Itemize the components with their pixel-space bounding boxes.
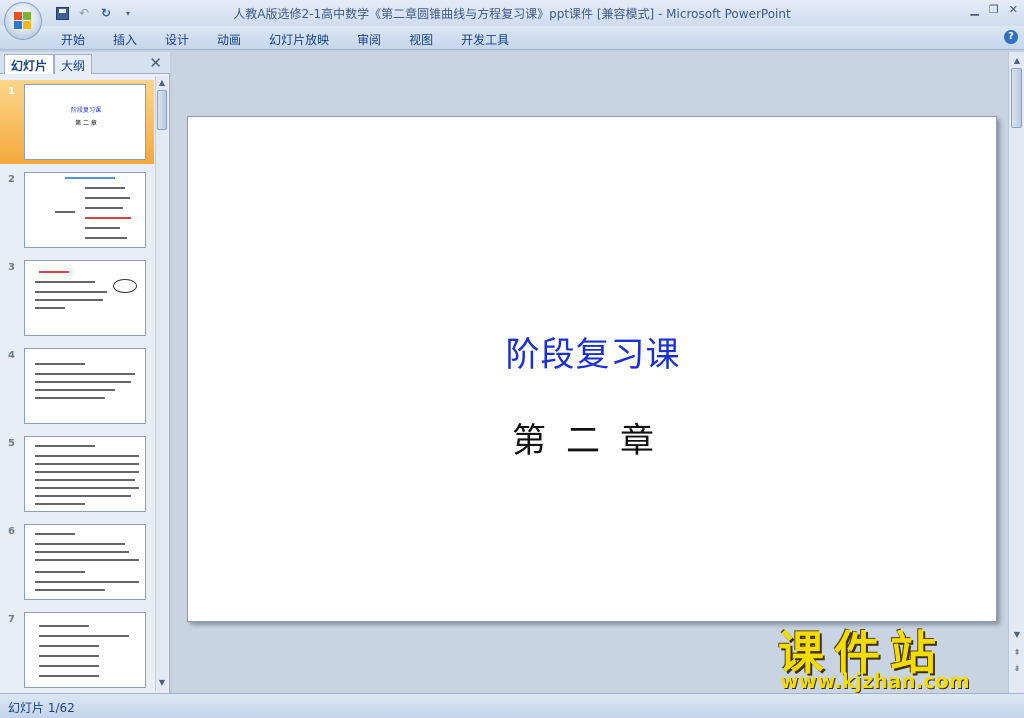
thumbnail-number: 4 <box>8 350 15 361</box>
slide-thumbnail-row[interactable]: 4 <box>0 344 154 428</box>
slide-thumbnail-row[interactable]: 1 阶段复习课 第 二 章 <box>0 80 154 164</box>
minimize-icon[interactable]: ▁ <box>970 3 978 16</box>
window-title: 人教A版选修2-1高中数学《第二章圆锥曲线与方程复习课》ppt课件 [兼容模式]… <box>233 7 791 21</box>
scroll-up-icon[interactable]: ▲ <box>1012 56 1022 66</box>
scrollbar-thumb[interactable] <box>1011 68 1022 128</box>
slide-thumbnail-row[interactable]: 7 <box>0 608 154 691</box>
window-controls: ▁ ❐ ✕ <box>970 3 1018 16</box>
slide-thumbnail[interactable] <box>24 260 146 336</box>
thumbnail-number: 5 <box>8 438 15 449</box>
slide-thumbnail-row[interactable]: 6 <box>0 520 154 604</box>
scroll-down-icon[interactable]: ▼ <box>1012 630 1022 640</box>
thumbnail-number: 2 <box>8 174 15 185</box>
slide-thumbnail-row[interactable]: 2 <box>0 168 154 252</box>
slide-thumbnail[interactable]: 阶段复习课 第 二 章 <box>24 84 146 160</box>
office-button[interactable] <box>4 2 42 40</box>
watermark-url: www.kjzhan.com <box>780 669 970 693</box>
slide-thumbnail[interactable] <box>24 524 146 600</box>
title-bar: ↶ ↻ ▾ 人教A版选修2-1高中数学《第二章圆锥曲线与方程复习课》ppt课件 … <box>0 0 1024 40</box>
thumbnail-scrollbar[interactable]: ▲ ▼ <box>155 76 168 691</box>
editor-scrollbar[interactable]: ▲ ▼ ⇞ ⇟ <box>1008 52 1024 693</box>
tab-home[interactable]: 开始 <box>61 31 99 48</box>
thumbnail-list: 1 阶段复习课 第 二 章 2 3 4 5 6 7 <box>0 76 154 691</box>
tab-design[interactable]: 设计 <box>165 31 203 48</box>
tab-animations[interactable]: 动画 <box>217 31 255 48</box>
slide-thumbnail-row[interactable]: 3 <box>0 256 154 340</box>
slide-canvas[interactable]: 阶段复习课 第二章 <box>187 116 997 622</box>
tab-slideshow[interactable]: 幻灯片放映 <box>269 31 343 48</box>
tab-view[interactable]: 视图 <box>409 31 447 48</box>
restore-icon[interactable]: ❐ <box>989 3 999 16</box>
close-pane-icon[interactable]: ✕ <box>149 54 162 72</box>
slide-thumbnail-row[interactable]: 5 <box>0 432 154 516</box>
tab-insert[interactable]: 插入 <box>113 31 151 48</box>
close-icon[interactable]: ✕ <box>1009 3 1018 16</box>
help-icon[interactable]: ? <box>1004 30 1018 44</box>
slide-thumbnail[interactable] <box>24 348 146 424</box>
tab-outline[interactable]: 大纲 <box>54 54 93 74</box>
thumbnail-number: 6 <box>8 526 15 537</box>
slide-thumbnail[interactable] <box>24 612 146 688</box>
thumbnail-number: 1 <box>8 86 15 97</box>
thumbnail-number: 3 <box>8 262 15 273</box>
slide-title[interactable]: 阶段复习课 <box>143 327 1024 376</box>
pane-tabs: 幻灯片 大纲 ✕ <box>0 52 170 74</box>
slide-subtitle[interactable]: 第二章 <box>143 413 1024 462</box>
watermark-logo: 课件站 www.kjzhan.com <box>778 617 1008 693</box>
thumbnail-subtitle: 第 二 章 <box>75 120 97 127</box>
slide-thumbnail[interactable] <box>24 436 146 512</box>
scroll-up-icon[interactable]: ▲ <box>157 78 167 88</box>
next-slide-icon[interactable]: ⇟ <box>1012 664 1022 674</box>
slide-thumbnail[interactable] <box>24 172 146 248</box>
tab-developer[interactable]: 开发工具 <box>461 31 523 48</box>
thumbnail-number: 7 <box>8 614 15 625</box>
tab-slides[interactable]: 幻灯片 <box>4 54 55 74</box>
ribbon-tabs: 开始 插入 设计 动画 幻灯片放映 审阅 视图 开发工具 <box>61 31 537 48</box>
slide-editing-area: 阶段复习课 第二章 <box>172 52 1008 693</box>
tab-review[interactable]: 审阅 <box>357 31 395 48</box>
status-bar: 幻灯片 1/62 <box>0 693 1024 718</box>
scroll-down-icon[interactable]: ▼ <box>157 678 167 688</box>
office-logo-icon <box>14 12 32 30</box>
scrollbar-thumb[interactable] <box>157 90 167 130</box>
previous-slide-icon[interactable]: ⇞ <box>1012 648 1022 658</box>
ribbon: 开始 插入 设计 动画 幻灯片放映 审阅 视图 开发工具 ? <box>0 26 1024 50</box>
slide-indicator: 幻灯片 1/62 <box>8 701 75 715</box>
thumbnail-title: 阶段复习课 <box>70 107 101 114</box>
